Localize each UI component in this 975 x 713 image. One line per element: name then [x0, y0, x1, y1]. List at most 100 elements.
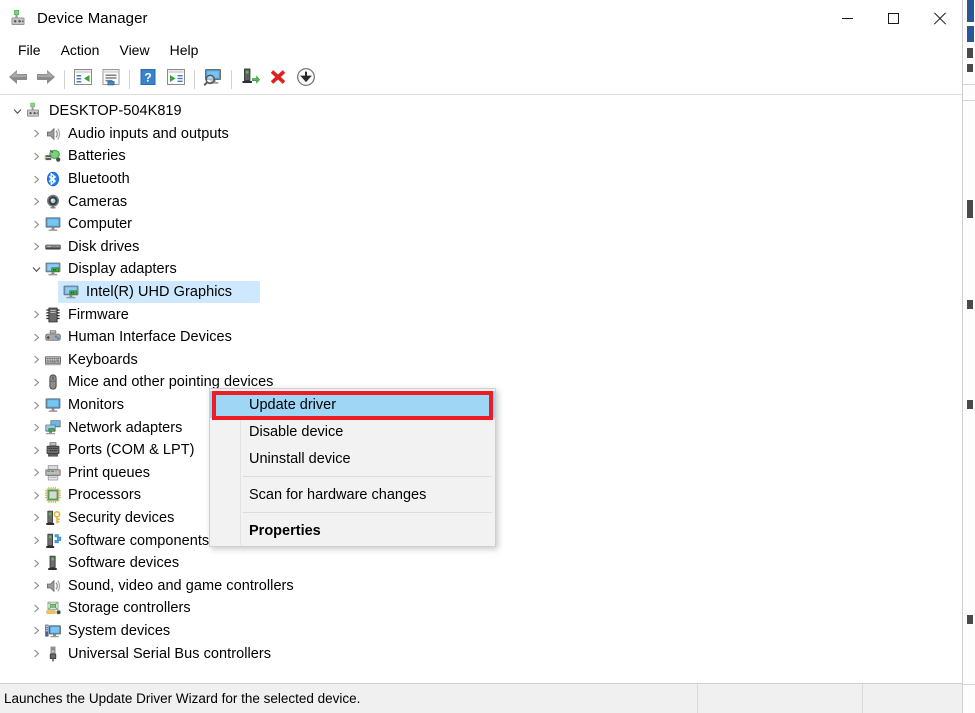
tree-item-label: Keyboards	[68, 352, 138, 368]
scan-for-hardware-changes-button[interactable]	[199, 66, 227, 92]
window-controls	[824, 0, 962, 36]
tree-item-label: Processors	[68, 487, 141, 503]
context-menu-item-scan-for-hardware-changes[interactable]: Scan for hardware changes	[210, 481, 495, 508]
chevron-right-icon[interactable]	[28, 371, 44, 393]
software-component-icon	[44, 532, 62, 550]
scan-for-hardware-changes-icon	[202, 67, 224, 92]
chevron-right-icon[interactable]	[28, 394, 44, 416]
status-bar-panel-2	[698, 684, 863, 713]
tree-item-root[interactable]: DESKTOP-504K819	[0, 100, 962, 123]
printer-icon	[44, 464, 62, 482]
human-interface-icon	[44, 328, 62, 346]
back-button[interactable]	[4, 66, 32, 92]
usb-icon	[44, 645, 62, 663]
tree-item-bluetooth[interactable]: Bluetooth	[0, 168, 962, 191]
tree-item-label: Sound, video and game controllers	[68, 578, 294, 594]
tree-item-cameras[interactable]: Cameras	[0, 190, 962, 213]
chevron-down-icon[interactable]	[28, 258, 44, 280]
chevron-right-icon[interactable]	[28, 123, 44, 145]
context-menu-item-properties[interactable]: Properties	[210, 517, 495, 544]
chevron-right-icon[interactable]	[28, 145, 44, 167]
computer-root-icon	[25, 102, 43, 120]
disable-device-icon	[296, 67, 316, 92]
menu-file[interactable]: File	[8, 39, 51, 61]
minimize-button[interactable]	[824, 0, 870, 36]
close-button[interactable]	[916, 0, 962, 36]
tree-item-intel-uhd-graphics[interactable]: Intel(R) UHD Graphics	[0, 281, 962, 304]
maximize-icon	[888, 13, 899, 24]
chevron-right-icon[interactable]	[28, 417, 44, 439]
tree-item-batteries[interactable]: Batteries	[0, 145, 962, 168]
security-device-icon	[44, 509, 62, 527]
show-hide-console-tree-button[interactable]	[69, 66, 97, 92]
tree-item-keyboards[interactable]: Keyboards	[0, 349, 962, 372]
menu-action[interactable]: Action	[51, 39, 110, 61]
tree-item-sound-video-and-game-controllers[interactable]: Sound, video and game controllers	[0, 574, 962, 597]
display-adapter-icon	[62, 283, 80, 301]
forward-button[interactable]	[32, 66, 60, 92]
chevron-right-icon[interactable]	[28, 213, 44, 235]
help-button[interactable]: ?	[134, 66, 162, 92]
monitor-icon	[44, 396, 62, 414]
chevron-right-icon[interactable]	[28, 620, 44, 642]
tree-item-audio-inputs-and-outputs[interactable]: Audio inputs and outputs	[0, 123, 962, 146]
speaker-icon	[44, 577, 62, 595]
chevron-right-icon[interactable]	[28, 191, 44, 213]
tree-item-system-devices[interactable]: System devices	[0, 620, 962, 643]
maximize-button[interactable]	[870, 0, 916, 36]
chevron-right-icon[interactable]	[28, 236, 44, 258]
chevron-right-icon[interactable]	[28, 484, 44, 506]
context-menu-item-label: Disable device	[249, 424, 343, 440]
chevron-right-icon[interactable]	[28, 439, 44, 461]
properties-button[interactable]	[97, 66, 125, 92]
storage-controller-icon	[44, 599, 62, 617]
tree-item-label: Monitors	[68, 397, 124, 413]
tree-item-firmware[interactable]: Firmware	[0, 303, 962, 326]
tree-item-universal-serial-bus-controllers[interactable]: Universal Serial Bus controllers	[0, 642, 962, 665]
tree-item-disk-drives[interactable]: Disk drives	[0, 236, 962, 259]
chevron-right-icon[interactable]	[28, 304, 44, 326]
properties-icon	[101, 68, 121, 91]
chevron-right-icon[interactable]	[28, 326, 44, 348]
chevron-right-icon[interactable]	[28, 597, 44, 619]
software-device-icon	[44, 554, 62, 572]
context-menu-item-label: Update driver	[249, 397, 336, 413]
tree-item-label: Print queues	[68, 465, 150, 481]
action-menu-button[interactable]	[162, 66, 190, 92]
tree-item-computer[interactable]: Computer	[0, 213, 962, 236]
tree-item-label: Ports (COM & LPT)	[68, 442, 195, 458]
disable-device-button[interactable]	[292, 66, 320, 92]
tree-item-label: System devices	[68, 623, 170, 639]
network-adapter-icon	[44, 419, 62, 437]
context-menu-item-update-driver[interactable]: Update driver	[210, 391, 495, 418]
context-menu-separator-1	[243, 476, 492, 477]
tree-item-software-devices[interactable]: Software devices	[0, 552, 962, 575]
chevron-right-icon[interactable]	[28, 643, 44, 665]
bluetooth-icon	[44, 170, 62, 188]
chevron-right-icon[interactable]	[28, 507, 44, 529]
status-bar: Launches the Update Driver Wizard for th…	[0, 684, 962, 713]
context-menu-item-label: Uninstall device	[249, 451, 351, 467]
monitor-icon	[44, 215, 62, 233]
chevron-right-icon[interactable]	[28, 530, 44, 552]
tree-item-label: Display adapters	[68, 261, 177, 277]
device-tree-pane[interactable]: DESKTOP-504K819 Aud	[0, 95, 962, 684]
chevron-right-icon[interactable]	[28, 168, 44, 190]
context-menu-item-disable-device[interactable]: Disable device	[210, 418, 495, 445]
chevron-right-icon[interactable]	[28, 575, 44, 597]
context-menu-item-uninstall-device[interactable]: Uninstall device	[210, 445, 495, 472]
tree-item-display-adapters[interactable]: Display adapters	[0, 258, 962, 281]
chevron-right-icon[interactable]	[28, 462, 44, 484]
tree-item-storage-controllers[interactable]: Storage controllers	[0, 597, 962, 620]
menu-bar: File Action View Help	[0, 36, 962, 64]
update-driver-button[interactable]	[236, 66, 264, 92]
chevron-down-icon[interactable]	[9, 100, 25, 122]
menu-help[interactable]: Help	[160, 39, 209, 61]
uninstall-device-button[interactable]	[264, 66, 292, 92]
title-bar: Device Manager	[0, 0, 962, 36]
menu-view[interactable]: View	[109, 39, 159, 61]
tree-item-human-interface-devices[interactable]: Human Interface Devices	[0, 326, 962, 349]
chevron-right-icon[interactable]	[28, 349, 44, 371]
tree-item-label: Network adapters	[68, 420, 182, 436]
chevron-right-icon[interactable]	[28, 552, 44, 574]
